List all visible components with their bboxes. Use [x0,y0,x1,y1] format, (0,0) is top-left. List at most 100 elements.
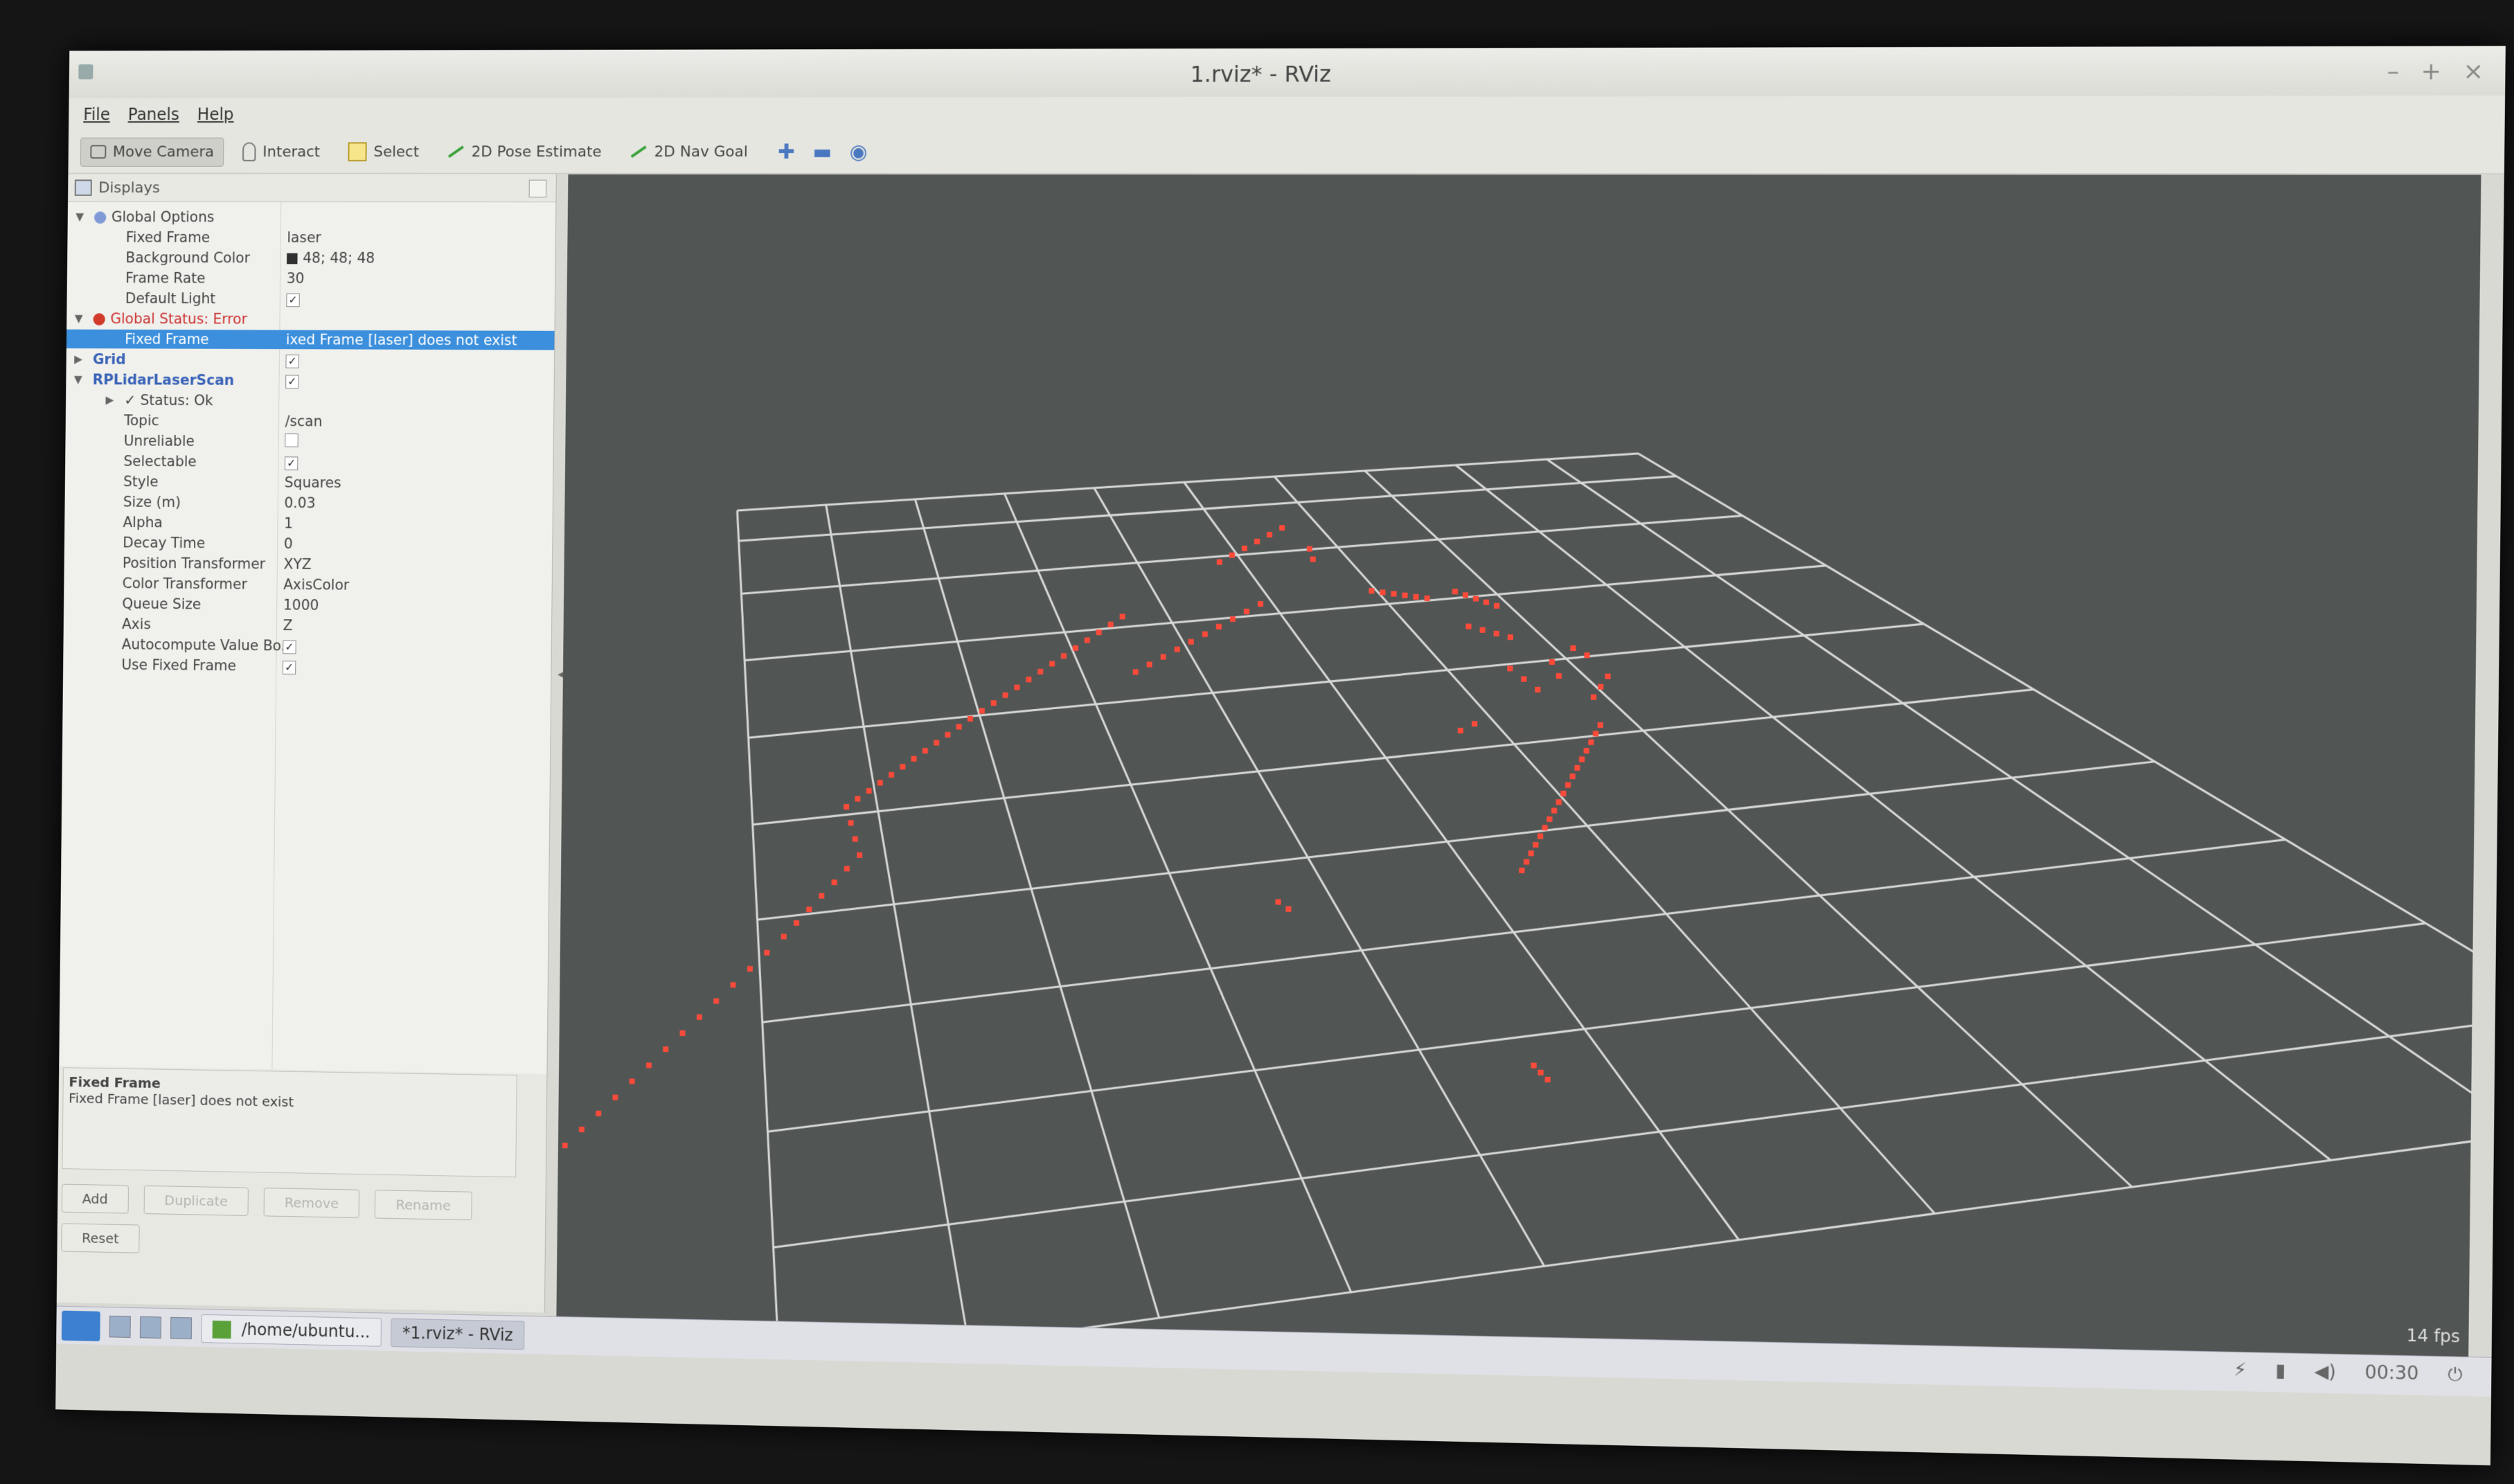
checkbox[interactable] [285,433,298,447]
display-property-row[interactable]: Position Transformer XYZ [64,553,553,576]
display-property-row[interactable]: ▼ RPLidarLaserScan ✓ [66,370,554,391]
display-property-row[interactable]: ▼ Global Options [68,207,556,226]
select-tool[interactable]: Select [339,136,429,166]
display-property-row[interactable]: Alpha 1 [64,512,553,535]
scan-point [1244,609,1250,615]
network-icon[interactable]: ▮ [2275,1360,2285,1382]
property-value[interactable]: ✓ [286,291,300,307]
checkbox[interactable]: ✓ [286,293,300,307]
shutdown-icon[interactable]: ⏻ [2448,1364,2463,1386]
launcher-icon[interactable] [109,1315,131,1338]
checkbox[interactable]: ✓ [285,355,299,368]
display-property-row[interactable]: ▶ ✓ Status: Ok [66,391,554,412]
display-property-row[interactable]: Unreliable [65,431,553,452]
property-value[interactable]: 1000 [283,597,319,614]
property-value[interactable]: laser [287,229,321,246]
display-property-row[interactable]: Background Color 48; 48; 48 [67,248,555,268]
grid-line [907,499,1168,1318]
property-value[interactable]: /scan [285,413,323,430]
duplicate-button[interactable]: Duplicate [143,1185,249,1216]
3d-viewport[interactable]: 14 fps [556,174,2481,1357]
scan-point [1402,592,1408,598]
scan-point [1037,668,1044,674]
display-property-row[interactable]: Size (m) 0.03 [64,492,553,515]
property-value[interactable]: ✓ [283,638,296,654]
checkbox[interactable]: ✓ [284,456,298,471]
close-icon[interactable]: × [2463,57,2484,86]
maximize-icon[interactable]: + [2421,57,2441,86]
taskbar-task-rviz[interactable]: *1.rviz* - RViz [391,1318,525,1350]
checkbox[interactable]: ✓ [285,375,299,389]
display-property-row[interactable]: Decay Time 0 [64,533,553,555]
terminal-icon [212,1320,231,1339]
display-property-row[interactable]: Autocompute Value Bo... ✓ [63,634,551,658]
rename-button[interactable]: Rename [375,1190,472,1221]
move-camera-tool[interactable]: Move Camera [80,137,224,167]
menu-panels[interactable]: Panels [128,105,179,125]
property-value[interactable]: XYZ [283,556,311,573]
property-value[interactable]: ✓ [284,454,298,471]
display-property-row[interactable]: Axis Z [64,614,552,638]
display-property-row[interactable]: Selectable ✓ [65,452,553,473]
property-value[interactable]: Z [283,617,293,634]
display-property-row[interactable]: Frame Rate 30 [67,269,555,289]
display-property-row[interactable]: Fixed Frame ixed Frame [laser] does not e… [66,329,555,350]
display-property-row[interactable]: Topic/scan [66,411,554,432]
taskbar-task-terminal[interactable]: /home/ubuntu... [201,1314,382,1347]
scan-point [1279,525,1285,531]
display-property-row[interactable]: Fixed Frame laser [67,228,555,248]
scan-point [1537,833,1544,839]
pose-estimate-tool[interactable]: 2D Pose Estimate [438,138,611,166]
display-property-row[interactable]: Default Light ✓ [66,289,555,309]
color-swatch[interactable] [286,253,298,265]
eye-icon[interactable]: ◉ [849,140,867,164]
property-value[interactable]: AxisColor [283,576,349,593]
checkbox[interactable]: ✓ [283,640,296,654]
property-value[interactable]: 1 [284,515,293,532]
panel-close-button[interactable] [528,179,547,198]
property-value[interactable]: ✓ [285,352,299,368]
menu-help[interactable]: Help [197,105,234,124]
scan-point [1542,825,1548,831]
menu-file[interactable]: File [83,105,110,124]
scan-point [1229,553,1236,559]
launcher-icon[interactable] [170,1316,193,1339]
launcher-icon[interactable] [139,1316,161,1339]
expand-right-icon[interactable]: ▶ [74,352,82,366]
display-property-row[interactable]: Use Fixed Frame ✓ [63,654,551,678]
start-menu-button[interactable] [61,1310,100,1341]
display-property-row[interactable]: ▼ Global Status: Error [66,309,555,330]
expand-down-icon[interactable]: ▼ [75,210,84,223]
expand-down-icon[interactable]: ▼ [74,373,82,386]
minimize-icon[interactable]: – [2387,57,2399,86]
property-value[interactable]: ✓ [285,373,299,389]
nav-goal-tool[interactable]: 2D Nav Goal [621,138,758,166]
property-value[interactable]: ✓ [282,658,296,674]
property-value[interactable] [285,433,298,451]
scan-point [1369,588,1375,594]
expand-down-icon[interactable]: ▼ [75,312,83,325]
display-property-row[interactable]: Color Transformer AxisColor [64,573,552,596]
property-value[interactable]: 48; 48; 48 [286,250,375,267]
property-value[interactable]: ixed Frame [laser] does not exist [286,332,517,349]
property-value[interactable]: 30 [287,270,305,287]
checkbox[interactable]: ✓ [282,661,296,674]
power-icon[interactable]: ⚡ [2234,1359,2247,1382]
plus-icon[interactable]: ✚ [778,140,795,164]
remove-button[interactable]: Remove [263,1188,360,1219]
add-button[interactable]: Add [61,1183,129,1214]
display-property-row[interactable]: Queue Size 1000 [64,593,552,616]
select-icon [348,142,367,161]
property-value[interactable]: 0.03 [284,494,315,511]
volume-icon[interactable]: ◀) [2315,1361,2337,1384]
reset-button[interactable]: Reset [61,1223,140,1253]
scan-point [1564,782,1571,788]
display-property-row[interactable]: ▶ Grid ✓ [66,350,555,370]
expand-right-icon[interactable]: ▶ [105,393,114,406]
scan-point [1521,676,1527,682]
property-value[interactable]: Squares [285,474,341,491]
interact-tool[interactable]: Interact [233,137,330,167]
property-value[interactable]: 0 [284,535,293,552]
minus-icon[interactable]: ▬ [812,140,832,164]
display-property-row[interactable]: Style Squares [65,472,553,494]
